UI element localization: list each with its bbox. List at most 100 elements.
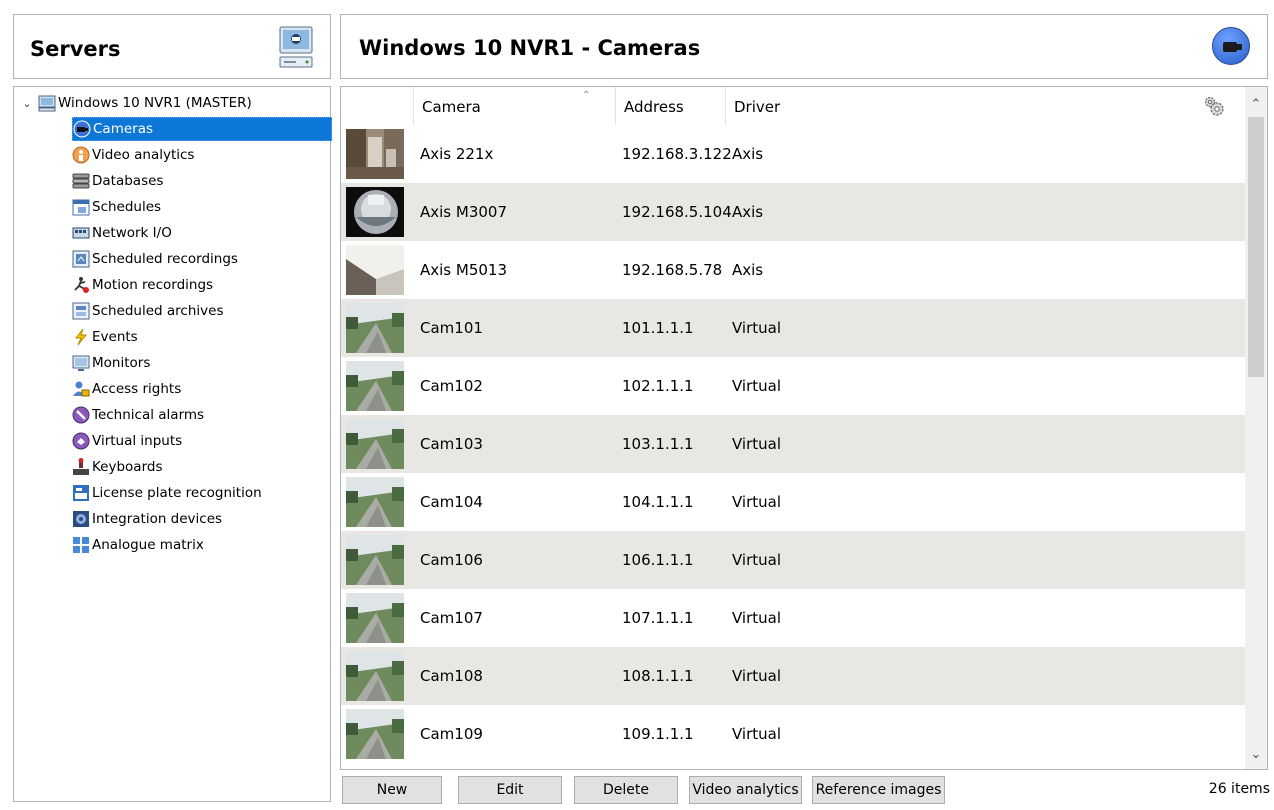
tree-root-server[interactable]: ⌄ Windows 10 NVR1 (MASTER) [20,93,252,113]
camera-thumbnail [346,361,404,411]
sidebar-item-label: Technical alarms [92,407,205,423]
scroll-down-arrow[interactable]: ⌄ [1245,743,1267,765]
camera-thumbnail [346,535,404,585]
sidebar-item-label: Network I/O [92,225,172,241]
cell-camera: Cam107 [420,609,483,627]
vertical-scrollbar[interactable]: ⌃ ⌄ [1245,87,1267,769]
sidebar-item-events[interactable]: Events [72,325,144,349]
column-header-label: Address [624,98,684,116]
camera-thumbnail [346,245,404,295]
sidebar-item-label: Integration devices [92,511,223,527]
sidebar-item-motion-recordings[interactable]: Motion recordings [72,273,219,297]
sort-ascending-icon: ⌃ [582,90,591,101]
item-count: 26 items [1208,781,1270,797]
sidebar-item-label: Access rights [92,381,182,397]
cell-camera: Axis M3007 [420,203,508,221]
sidebar-item-databases[interactable]: Databases [72,169,169,193]
video-analytics-button[interactable]: Video analytics [689,776,802,804]
edit-button[interactable]: Edit [458,776,562,804]
cell-camera: Cam103 [420,435,483,453]
scroll-thumb[interactable] [1248,117,1264,377]
column-header-address[interactable]: Address [615,87,725,125]
cell-address: 192.168.5.104 [622,203,732,221]
servers-title: Servers [30,37,121,61]
video-analytics-icon [72,146,90,164]
server-tree[interactable]: ⌄ Windows 10 NVR1 (MASTER) Cameras Video… [13,86,332,802]
cell-address: 108.1.1.1 [622,667,694,685]
sidebar-item-scheduled-archives[interactable]: Scheduled archives [72,299,229,323]
chevron-down-icon[interactable]: ⌄ [20,97,34,110]
table-row[interactable]: Axis M3007 192.168.5.104 Axis [341,183,1245,241]
virtual-inputs-icon [72,432,90,450]
cell-address: 107.1.1.1 [622,609,694,627]
server-node-icon [38,95,56,112]
events-icon [74,328,88,346]
scheduled-archives-icon [72,302,90,320]
integration-devices-icon [73,511,89,527]
gear-icon[interactable] [1203,95,1225,117]
page-title: Windows 10 NVR1 - Cameras [359,36,701,60]
sidebar-item-access-rights[interactable]: Access rights [72,377,187,401]
table-row[interactable]: Cam107 107.1.1.1 Virtual [341,589,1245,647]
table-row[interactable]: Cam109 109.1.1.1 Virtual [341,705,1245,763]
servers-header: Servers [13,14,331,79]
camera-icon [1212,27,1250,65]
cell-address: 109.1.1.1 [622,725,694,743]
camera-thumbnail [346,709,404,759]
monitor-icon [72,355,90,371]
camera-thumbnail [346,129,404,179]
license-plate-icon [73,485,89,501]
cell-driver: Virtual [732,667,782,685]
table-row[interactable]: Cam102 102.1.1.1 Virtual [341,357,1245,415]
sidebar-item-label: Video analytics [92,147,195,163]
cell-address: 101.1.1.1 [622,319,694,337]
schedule-icon [72,199,90,216]
sidebar-item-scheduled-recordings[interactable]: Scheduled recordings [72,247,244,271]
cameras-table[interactable]: Camera ⌃ Address Driver Axis 221x 192.168… [340,86,1268,770]
sidebar-item-technical-alarms[interactable]: Technical alarms [72,403,210,427]
cell-address: 106.1.1.1 [622,551,694,569]
cell-driver: Virtual [732,319,782,337]
sidebar-item-label: License plate recognition [92,485,262,501]
sidebar-item-cameras[interactable]: Cameras [72,117,332,141]
table-row[interactable]: Cam103 103.1.1.1 Virtual [341,415,1245,473]
column-header-label: Camera [422,98,481,116]
sidebar-item-label: Motion recordings [92,277,214,293]
sidebar-item-label: Monitors [92,355,151,371]
sidebar-item-keyboards[interactable]: Keyboards [72,455,169,479]
sidebar-item-label: Virtual inputs [92,433,183,449]
sidebar-item-monitors[interactable]: Monitors [72,351,156,375]
cell-camera: Axis 221x [420,145,494,163]
table-row[interactable]: Cam104 104.1.1.1 Virtual [341,473,1245,531]
sidebar-item-video-analytics[interactable]: Video analytics [72,143,200,167]
cell-camera: Cam102 [420,377,483,395]
scroll-up-arrow[interactable]: ⌃ [1245,93,1267,115]
sidebar-item-schedules[interactable]: Schedules [72,195,167,219]
sidebar-item-analogue-matrix[interactable]: Analogue matrix [72,533,210,557]
table-row[interactable]: Cam106 106.1.1.1 Virtual [341,531,1245,589]
sidebar-item-virtual-inputs[interactable]: Virtual inputs [72,429,188,453]
cell-driver: Virtual [732,435,782,453]
table-row[interactable]: Axis 221x 192.168.3.122 Axis [341,125,1245,183]
column-header-camera[interactable]: Camera ⌃ [413,87,615,125]
table-row[interactable]: Axis M5013 192.168.5.78 Axis [341,241,1245,299]
sidebar-item-label: Scheduled archives [92,303,224,319]
column-header-driver[interactable]: Driver [725,87,1245,125]
cell-camera: Cam101 [420,319,483,337]
motion-recordings-icon [74,277,89,293]
delete-button[interactable]: Delete [574,776,678,804]
cell-camera: Cam109 [420,725,483,743]
reference-images-button[interactable]: Reference images [812,776,945,804]
sidebar-item-label: Databases [92,173,164,189]
column-header-label: Driver [734,98,781,116]
new-button[interactable]: New [342,776,442,804]
sidebar-item-label: Scheduled recordings [92,251,238,267]
cell-driver: Virtual [732,609,782,627]
table-row[interactable]: Cam108 108.1.1.1 Virtual [341,647,1245,705]
tree-root-label: Windows 10 NVR1 (MASTER) [58,95,252,111]
sidebar-item-network-io[interactable]: Network I/O [72,221,178,245]
access-rights-icon [73,381,90,397]
table-row[interactable]: Cam101 101.1.1.1 Virtual [341,299,1245,357]
sidebar-item-integration-devices[interactable]: Integration devices [72,507,228,531]
sidebar-item-license-plate-recognition[interactable]: License plate recognition [72,481,268,505]
